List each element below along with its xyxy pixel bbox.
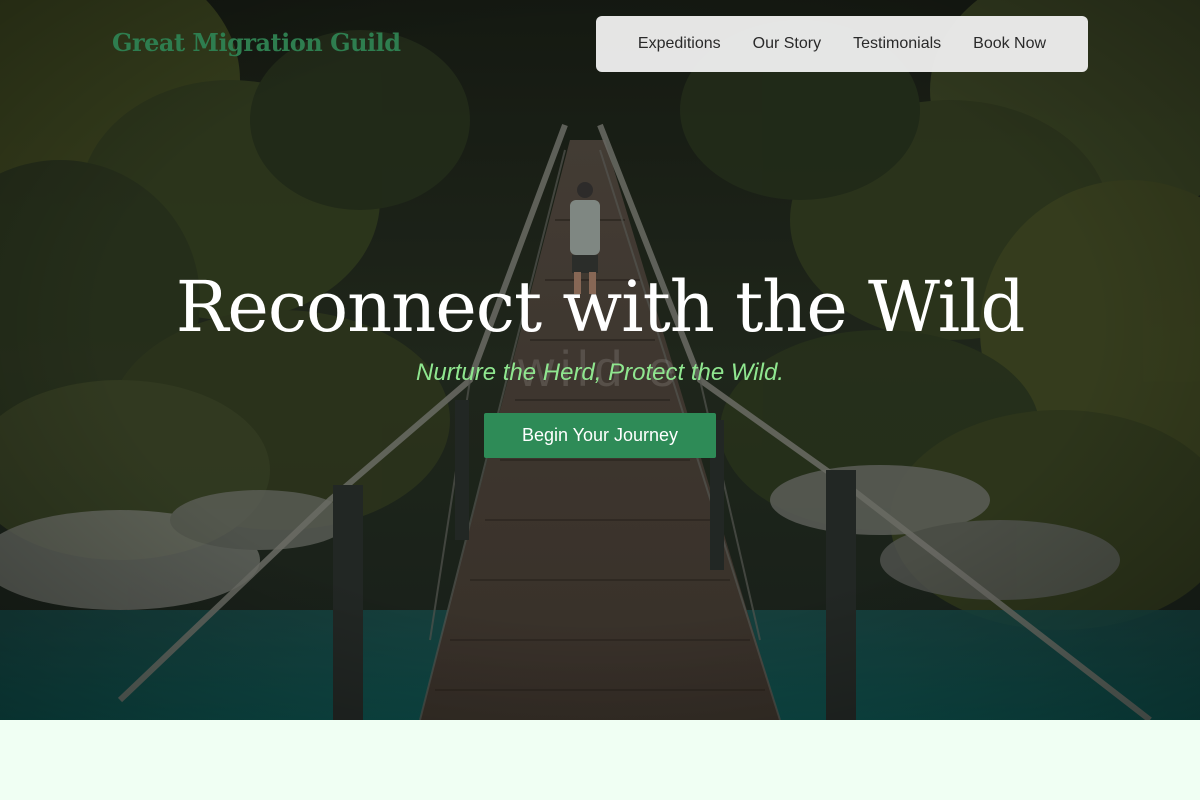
nav-item-testimonials[interactable]: Testimonials [853,35,941,53]
hero-headline: Reconnect with the Wild [175,266,1026,348]
hero-section: Great Migration Guild Expeditions Our St… [0,0,1200,720]
main-nav: Expeditions Our Story Testimonials Book … [596,16,1088,72]
nav-item-expeditions[interactable]: Expeditions [638,35,721,53]
nav-item-our-story[interactable]: Our Story [753,35,821,53]
begin-journey-button[interactable]: Begin Your Journey [484,413,716,458]
brand-logo-text[interactable]: Great Migration Guild [112,28,401,57]
hero-tagline: Nurture the Herd, Protect the Wild. [416,359,784,386]
below-fold-section [0,720,1200,800]
nav-item-book-now[interactable]: Book Now [973,35,1046,53]
